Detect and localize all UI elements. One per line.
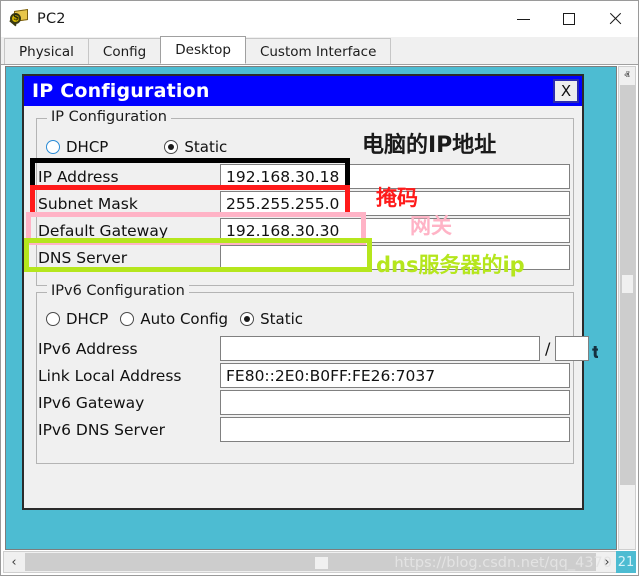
radio-ipv6-auto-config[interactable]: Auto Config — [120, 310, 228, 328]
radio-ipv6-dhcp-icon — [46, 312, 60, 326]
field-row-ip-address: IP Address 192.168.30.18 — [38, 164, 572, 189]
horizontal-scroll-grip — [315, 557, 328, 569]
desktop-panel: Dialer Editor Firewall t IP Configuratio… — [5, 66, 617, 550]
annotation-text-default-gateway: 网关 — [410, 210, 452, 240]
tab-config[interactable]: Config — [88, 38, 161, 64]
vertical-scrollbar[interactable]: ⱏ ⱟ — [618, 66, 636, 550]
radio-ipv4-dhcp-label: DHCP — [66, 138, 108, 156]
corner-badge: 21 — [616, 551, 636, 573]
label-ipv6-dns-server: IPv6 DNS Server — [38, 421, 220, 439]
maximize-icon — [563, 13, 575, 25]
maximize-button[interactable] — [546, 1, 592, 37]
label-subnet-mask: Subnet Mask — [38, 195, 220, 213]
window-titlebar: $ PC2 — [1, 1, 638, 37]
input-ipv6-gateway[interactable] — [220, 390, 570, 415]
radio-ipv6-static-icon — [240, 312, 254, 326]
window-title: PC2 — [37, 11, 66, 27]
minimize-button[interactable] — [500, 1, 546, 37]
radio-ipv4-static-label: Static — [184, 138, 227, 156]
radio-ipv4-dhcp[interactable]: DHCP — [46, 138, 108, 156]
radio-ipv6-auto-config-label: Auto Config — [140, 310, 228, 328]
annotation-text-ip-address: 电脑的IP地址 — [362, 127, 496, 159]
radio-ipv6-static-label: Static — [260, 310, 303, 328]
input-link-local-address[interactable]: FE80::2E0:B0FF:FE26:7037 — [220, 363, 570, 388]
dialog-title: IP Configuration — [32, 80, 210, 102]
input-ipv6-prefix-length[interactable] — [555, 336, 589, 361]
annotation-text-dns-server: dns服务器的ip — [376, 249, 525, 279]
label-default-gateway: Default Gateway — [38, 222, 220, 240]
tab-desktop[interactable]: Desktop — [160, 36, 246, 64]
ipv4-group-title: IP Configuration — [47, 109, 171, 125]
watermark: https://blog.csdn.net/qq_4370 — [394, 555, 612, 571]
ipv6-group-title: IPv6 Configuration — [47, 283, 189, 299]
input-default-gateway[interactable]: 192.168.30.30 — [220, 218, 570, 243]
ip-configuration-dialog: IP Configuration X IP Configuration DHCP… — [22, 74, 584, 510]
field-row-ipv6-gateway: IPv6 Gateway — [38, 390, 570, 415]
ipv4-mode-radios: DHCP Static — [46, 138, 227, 156]
dialog-close-button[interactable]: X — [553, 79, 579, 103]
vertical-scroll-grip — [622, 275, 633, 293]
label-ipv6-address: IPv6 Address — [38, 340, 220, 358]
dialog-titlebar: IP Configuration X — [24, 76, 582, 106]
close-button[interactable] — [592, 1, 638, 37]
label-ip-address: IP Address — [38, 168, 220, 186]
packet-tracer-pc-window: $ PC2 Physical Config Desktop Custom Int… — [0, 0, 639, 576]
radio-ipv4-static-icon — [164, 140, 178, 154]
radio-ipv6-auto-config-icon — [120, 312, 134, 326]
scroll-left-arrow-icon[interactable]: ‹ — [4, 552, 24, 572]
window-controls — [500, 1, 638, 37]
input-ipv6-address[interactable] — [220, 336, 540, 361]
scroll-down-arrow-icon[interactable]: ⱟ — [619, 532, 635, 549]
radio-ipv6-dhcp-label: DHCP — [66, 310, 108, 328]
packet-tracer-pc-icon: $ — [9, 8, 31, 30]
tab-custom-interface[interactable]: Custom Interface — [245, 38, 391, 64]
radio-ipv6-dhcp[interactable]: DHCP — [46, 310, 108, 328]
radio-ipv4-dhcp-icon — [46, 140, 60, 154]
field-row-ipv6-dns-server: IPv6 DNS Server — [38, 417, 570, 442]
tab-physical[interactable]: Physical — [4, 38, 89, 64]
input-ipv6-dns-server[interactable] — [220, 417, 570, 442]
field-row-subnet-mask: Subnet Mask 255.255.255.0 — [38, 191, 572, 216]
field-row-default-gateway: Default Gateway 192.168.30.30 — [38, 218, 572, 243]
minimize-icon — [517, 19, 530, 20]
field-row-link-local-address: Link Local Address FE80::2E0:B0FF:FE26:7… — [38, 363, 570, 388]
radio-ipv6-static[interactable]: Static — [240, 310, 303, 328]
field-row-ipv6-address: IPv6 Address / — [38, 336, 589, 361]
scroll-up-arrow-icon[interactable]: ⱏ — [619, 67, 635, 84]
close-icon — [608, 12, 622, 26]
label-link-local-address: Link Local Address — [38, 367, 220, 385]
ipv6-mode-radios: DHCP Auto Config Static — [46, 310, 303, 328]
ipv6-prefix-separator: / — [545, 339, 550, 358]
desktop-right-strip — [598, 67, 616, 550]
label-ipv6-gateway: IPv6 Gateway — [38, 394, 220, 412]
label-dns-server: DNS Server — [38, 249, 220, 267]
tab-bar: Physical Config Desktop Custom Interface — [1, 37, 638, 65]
annotation-text-subnet-mask: 掩码 — [376, 182, 418, 212]
vertical-scroll-thumb[interactable] — [620, 85, 635, 485]
radio-ipv4-static[interactable]: Static — [164, 138, 227, 156]
